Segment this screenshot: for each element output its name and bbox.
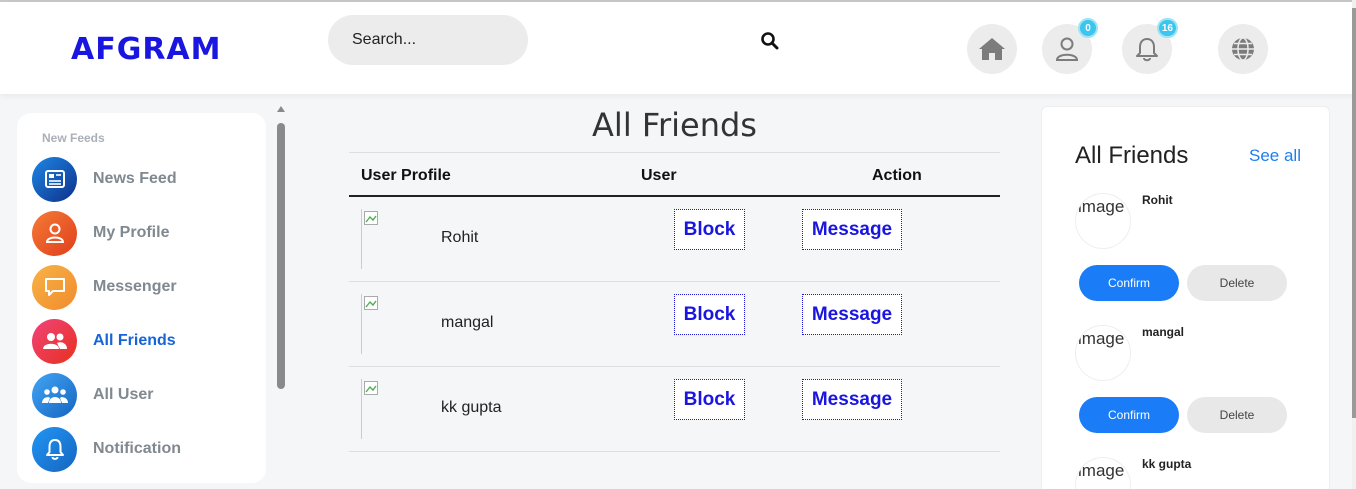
user-icon	[1055, 37, 1079, 61]
user-icon	[32, 210, 77, 256]
header: AFGRAM 0 16	[0, 2, 1356, 94]
friend-name: Rohit	[441, 229, 479, 246]
request-name: Rohit	[1142, 193, 1173, 207]
notifications-button[interactable]: 16	[1122, 18, 1178, 74]
sidebar: New Feeds News Feed My Profile Messenger…	[17, 113, 266, 483]
message-button[interactable]: Message	[802, 294, 902, 335]
broken-image-icon	[361, 379, 421, 439]
sidebar-item-all-user[interactable]: All User	[32, 372, 252, 418]
broken-image-icon	[361, 209, 421, 269]
search-input[interactable]	[328, 15, 528, 65]
block-button[interactable]: Block	[674, 294, 745, 335]
search-icon[interactable]	[760, 31, 780, 51]
friends-table: User Profile User Action Rohit Block Mes…	[349, 152, 1000, 452]
block-button[interactable]: Block	[674, 379, 745, 420]
page-title: All Friends	[592, 106, 757, 144]
scroll-thumb[interactable]	[277, 123, 285, 389]
sidebar-item-label: News Feed	[93, 170, 177, 187]
newspaper-icon	[32, 156, 77, 202]
column-header-action: Action	[872, 167, 922, 184]
profile-button[interactable]: 0	[1042, 18, 1098, 74]
delete-button[interactable]: Delete	[1187, 397, 1287, 433]
users-icon	[32, 318, 77, 364]
globe-icon	[1232, 37, 1254, 61]
see-all-link[interactable]: See all	[1249, 146, 1301, 166]
table-row: Rohit Block Message	[349, 197, 1000, 282]
broken-image-icon	[361, 294, 421, 354]
home-icon	[979, 38, 1005, 60]
friend-name: kk gupta	[441, 399, 502, 416]
sidebar-item-my-profile[interactable]: My Profile	[32, 210, 252, 256]
panel-title: All Friends	[1075, 142, 1189, 169]
bell-icon	[32, 426, 77, 472]
sidebar-section-title: New Feeds	[42, 131, 105, 145]
friend-name: mangal	[441, 314, 494, 331]
sidebar-item-all-friends[interactable]: All Friends	[32, 318, 252, 364]
avatar: image	[1075, 193, 1131, 249]
sidebar-item-messenger[interactable]: Messenger	[32, 264, 252, 310]
block-button[interactable]: Block	[674, 209, 745, 250]
request-name: mangal	[1142, 325, 1185, 339]
logo[interactable]: AFGRAM	[71, 32, 222, 67]
notifications-badge: 16	[1156, 18, 1178, 38]
sidebar-item-label: Notification	[93, 440, 181, 457]
users-group-icon	[32, 372, 77, 418]
sidebar-item-label: All Friends	[93, 332, 176, 349]
sidebar-item-label: All User	[93, 386, 154, 403]
avatar: image	[1075, 325, 1131, 381]
sidebar-item-notification[interactable]: Notification	[32, 426, 252, 472]
window-scroll-thumb[interactable]	[1352, 8, 1356, 418]
request-name: kk gupta	[1142, 457, 1192, 471]
home-button[interactable]	[967, 24, 1017, 74]
avatar: image	[1075, 457, 1131, 489]
delete-button[interactable]: Delete	[1187, 265, 1287, 301]
message-button[interactable]: Message	[802, 379, 902, 420]
message-button[interactable]: Message	[802, 209, 902, 250]
bell-icon	[1136, 38, 1158, 62]
column-header-user-profile: User Profile	[361, 167, 451, 184]
chat-icon	[32, 264, 77, 310]
confirm-button[interactable]: Confirm	[1079, 265, 1179, 301]
sidebar-item-label: My Profile	[93, 224, 170, 241]
table-row: mangal Block Message	[349, 282, 1000, 367]
confirm-button[interactable]: Confirm	[1079, 397, 1179, 433]
language-button[interactable]	[1218, 24, 1268, 74]
profile-badge: 0	[1078, 18, 1098, 38]
scroll-up-arrow-icon[interactable]	[277, 106, 285, 112]
friend-requests-panel: All Friends See all image Rohit Confirm …	[1041, 106, 1330, 489]
table-header: User Profile User Action	[349, 152, 1000, 197]
column-header-user: User	[641, 167, 677, 184]
table-row: kk gupta Block Message	[349, 367, 1000, 452]
sidebar-item-news-feed[interactable]: News Feed	[32, 156, 252, 202]
window-scrollbar[interactable]	[1352, 0, 1356, 489]
sidebar-scrollbar[interactable]	[276, 106, 286, 489]
sidebar-item-label: Messenger	[93, 278, 177, 295]
